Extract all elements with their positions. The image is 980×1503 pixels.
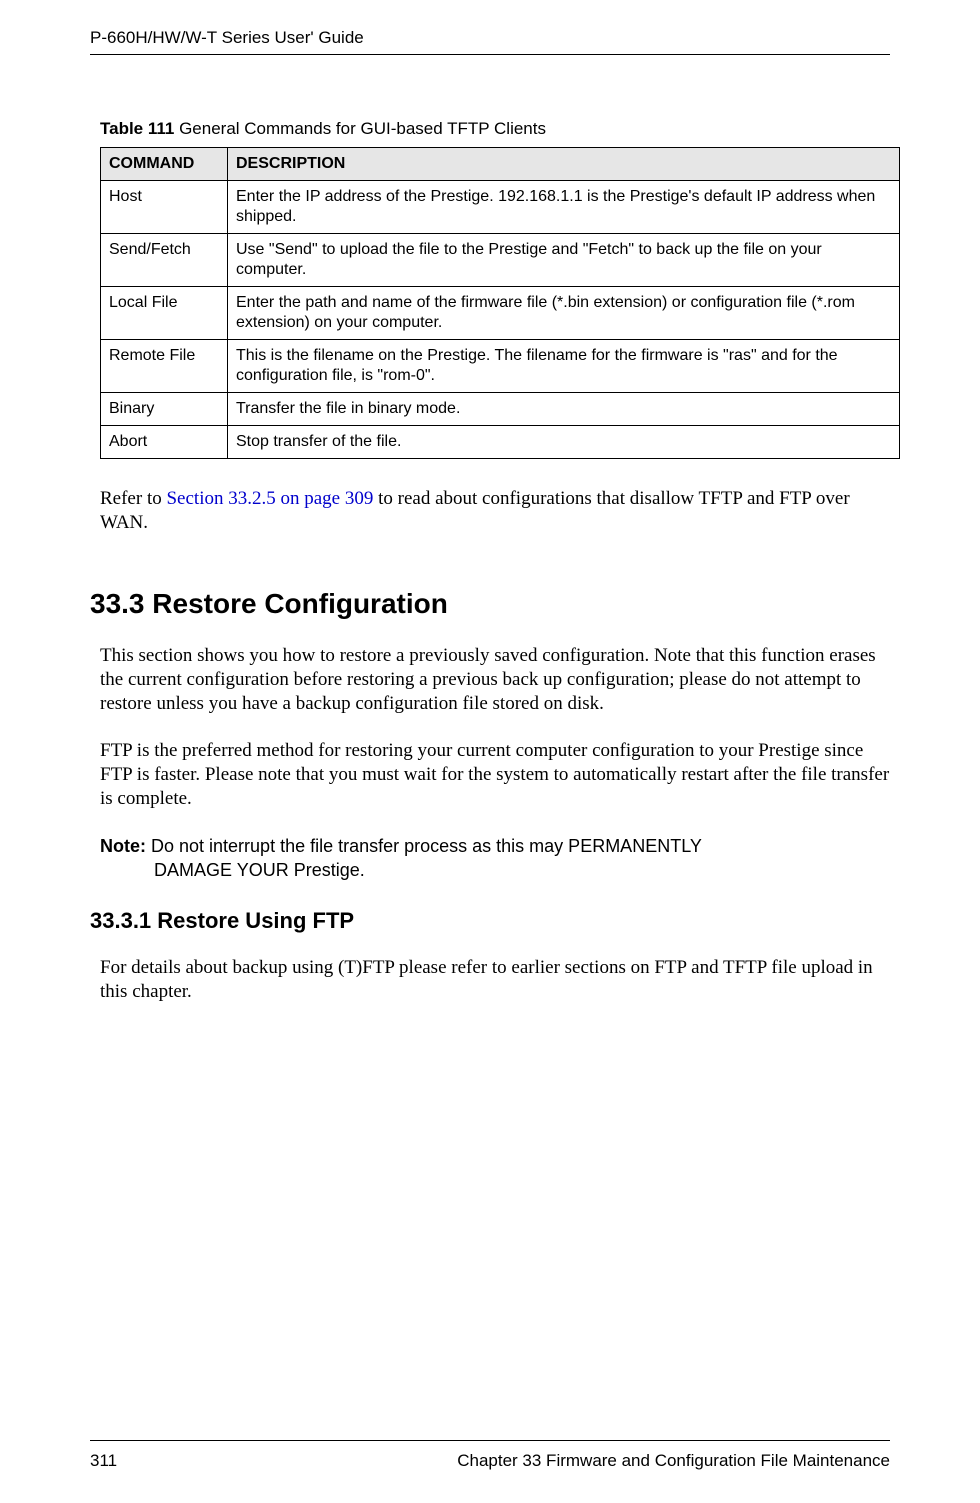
footer-rule xyxy=(90,1440,890,1441)
cell-command: Local File xyxy=(101,287,228,340)
subsection-heading-33-3-1: 33.3.1 Restore Using FTP xyxy=(90,908,890,934)
commands-table: COMMAND DESCRIPTION Host Enter the IP ad… xyxy=(100,147,900,459)
table-row: Send/Fetch Use "Send" to upload the file… xyxy=(101,234,900,287)
refer-paragraph: Refer to Section 33.2.5 on page 309 to r… xyxy=(100,487,890,536)
cross-reference-link[interactable]: Section 33.2.5 on page 309 xyxy=(166,488,373,509)
cell-command: Abort xyxy=(101,426,228,459)
section-33-3-1-p1: For details about backup using (T)FTP pl… xyxy=(100,956,890,1005)
cell-command: Send/Fetch xyxy=(101,234,228,287)
note-label: Note: xyxy=(100,836,151,856)
page-number: 311 xyxy=(90,1451,117,1471)
guide-title: P-660H/HW/W-T Series User' Guide xyxy=(90,28,364,47)
table-title: General Commands for GUI-based TFTP Clie… xyxy=(174,119,546,138)
cell-command: Binary xyxy=(101,393,228,426)
section-33-3-body: This section shows you how to restore a … xyxy=(100,644,890,882)
cell-description: Enter the IP address of the Prestige. 19… xyxy=(228,181,900,234)
section-33-3-p2: FTP is the preferred method for restorin… xyxy=(100,739,890,812)
note-line1: Do not interrupt the file transfer proce… xyxy=(151,836,702,856)
th-description: DESCRIPTION xyxy=(228,148,900,181)
cell-description: Transfer the file in binary mode. xyxy=(228,393,900,426)
cell-command: Host xyxy=(101,181,228,234)
note-line2: DAMAGE YOUR Prestige. xyxy=(100,858,890,882)
cell-description: Stop transfer of the file. xyxy=(228,426,900,459)
th-command: COMMAND xyxy=(101,148,228,181)
header-rule xyxy=(90,54,890,55)
footer-row: 311 Chapter 33 Firmware and Configuratio… xyxy=(90,1451,890,1471)
section-33-3-1-body: For details about backup using (T)FTP pl… xyxy=(100,956,890,1005)
table-header-row: COMMAND DESCRIPTION xyxy=(101,148,900,181)
cell-description: Enter the path and name of the firmware … xyxy=(228,287,900,340)
page-footer: 311 Chapter 33 Firmware and Configuratio… xyxy=(90,1440,890,1471)
running-header: P-660H/HW/W-T Series User' Guide xyxy=(90,0,890,54)
table-row: Abort Stop transfer of the file. xyxy=(101,426,900,459)
cell-description: Use "Send" to upload the file to the Pre… xyxy=(228,234,900,287)
note-block: Note: Do not interrupt the file transfer… xyxy=(100,834,890,883)
cell-command: Remote File xyxy=(101,340,228,393)
page: P-660H/HW/W-T Series User' Guide Table 1… xyxy=(0,0,980,1503)
table-row: Remote File This is the filename on the … xyxy=(101,340,900,393)
table-row: Host Enter the IP address of the Prestig… xyxy=(101,181,900,234)
table-number: Table 111 xyxy=(100,119,174,138)
cell-description: This is the filename on the Prestige. Th… xyxy=(228,340,900,393)
table-row: Local File Enter the path and name of th… xyxy=(101,287,900,340)
table-row: Binary Transfer the file in binary mode. xyxy=(101,393,900,426)
refer-pre: Refer to xyxy=(100,488,166,509)
section-33-3-p1: This section shows you how to restore a … xyxy=(100,644,890,717)
section-heading-33-3: 33.3 Restore Configuration xyxy=(90,588,890,620)
table-caption: Table 111 General Commands for GUI-based… xyxy=(100,119,890,139)
chapter-label: Chapter 33 Firmware and Configuration Fi… xyxy=(457,1451,890,1471)
